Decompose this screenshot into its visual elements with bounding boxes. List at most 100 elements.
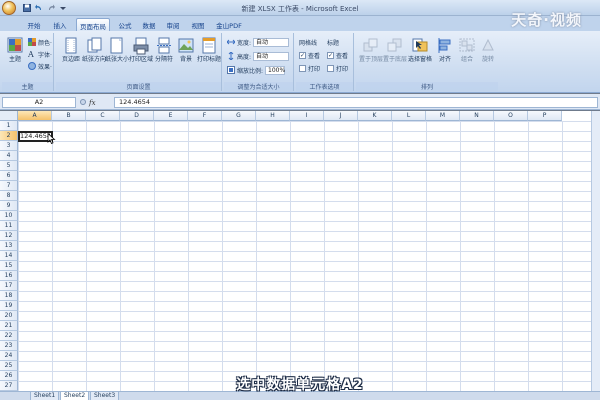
row-header[interactable]: 14: [0, 251, 18, 261]
effects-button[interactable]: 效果·: [28, 61, 52, 71]
group-icon: [459, 37, 475, 55]
align-button[interactable]: 对齐: [434, 35, 456, 75]
row-header[interactable]: 12: [0, 231, 18, 241]
headings-print-checkbox[interactable]: 打印: [327, 63, 348, 73]
column-header[interactable]: O: [494, 111, 528, 121]
row-header[interactable]: 23: [0, 341, 18, 351]
scale-group-label: 调整为合适大小: [224, 82, 293, 91]
row-header[interactable]: 4: [0, 151, 18, 161]
tab-insert[interactable]: 插入: [48, 18, 72, 31]
tab-data[interactable]: 数据: [138, 18, 160, 31]
selection-pane-button[interactable]: 选择窗格: [408, 35, 432, 75]
send-to-back-button[interactable]: 置于底层: [383, 35, 407, 75]
insert-function-button[interactable]: fx: [89, 99, 96, 107]
row-header[interactable]: 11: [0, 221, 18, 231]
height-select[interactable]: 自动: [253, 51, 290, 61]
size-button[interactable]: 纸张大小: [105, 35, 129, 75]
svg-text:A: A: [28, 50, 34, 58]
scale-label: 缩放比例:: [237, 67, 264, 75]
column-header[interactable]: L: [392, 111, 426, 121]
print-titles-button[interactable]: 打印标题: [197, 35, 221, 75]
row-header[interactable]: 24: [0, 351, 18, 361]
column-header[interactable]: N: [460, 111, 494, 121]
column-header[interactable]: I: [290, 111, 324, 121]
tab-formulas[interactable]: 公式: [114, 18, 136, 31]
column-header[interactable]: A: [18, 111, 52, 121]
themes-icon: [7, 37, 23, 55]
bring-to-front-button[interactable]: 置于顶层: [359, 35, 383, 75]
column-header[interactable]: H: [256, 111, 290, 121]
tab-view[interactable]: 视图: [187, 18, 209, 31]
expand-icon[interactable]: [80, 98, 86, 107]
gridlines-view-checkbox[interactable]: ✓ 查看: [299, 50, 320, 60]
row-header[interactable]: 22: [0, 331, 18, 341]
sheet-options-group: 网格线 标题 ✓ 查看 ✓ 查看 打印 打印 工作表选项: [296, 33, 354, 91]
row-header[interactable]: 19: [0, 301, 18, 311]
row-header[interactable]: 15: [0, 261, 18, 271]
rotate-button[interactable]: 旋转: [477, 35, 499, 75]
video-subtitle: 选中数据单元格A2: [236, 377, 364, 393]
column-header[interactable]: J: [324, 111, 358, 121]
worksheet-grid[interactable]: ABCDEFGHIJKLMNOP 1 2 3 4 5 6 7 8 9 10 11 12 13 14 15 16…: [0, 111, 600, 391]
empty-checkbox-icon: [299, 64, 306, 72]
gridlines-print-checkbox[interactable]: 打印: [299, 63, 320, 73]
column-header[interactable]: B: [52, 111, 86, 121]
column-header[interactable]: C: [86, 111, 120, 121]
background-button[interactable]: 背景: [175, 35, 197, 75]
name-box[interactable]: A2: [2, 97, 76, 108]
scale-to-fit-group: 宽度: 自动 高度: 自动 缩放比例: 100% 调整为合适大小: [224, 33, 294, 91]
group-button[interactable]: 组合: [456, 35, 478, 75]
column-header[interactable]: K: [358, 111, 392, 121]
column-header[interactable]: M: [426, 111, 460, 121]
column-header[interactable]: D: [120, 111, 154, 121]
row-header[interactable]: 17: [0, 281, 18, 291]
tab-review[interactable]: 审阅: [162, 18, 184, 31]
column-header[interactable]: E: [154, 111, 188, 121]
colors-button[interactable]: 颜色·: [28, 37, 52, 47]
row-header[interactable]: 5: [0, 161, 18, 171]
gridlines-view-label: 查看: [308, 52, 321, 60]
vertical-scrollbar[interactable]: [591, 111, 600, 391]
print-area-button[interactable]: 打印区域: [129, 35, 153, 75]
page-setup-group: 页边距 纸张方向 纸张大小 打印区域 分隔符 背景 打印标题 页面设置: [56, 33, 222, 91]
column-header[interactable]: F: [188, 111, 222, 121]
row-header[interactable]: 16: [0, 271, 18, 281]
row-header[interactable]: 7: [0, 181, 18, 191]
bring-to-front-icon: [363, 37, 379, 55]
row-header[interactable]: 20: [0, 311, 18, 321]
empty-checkbox-icon: [327, 64, 334, 72]
column-header[interactable]: P: [528, 111, 562, 121]
tab-home[interactable]: 开始: [22, 18, 46, 31]
themes-button[interactable]: 主题: [4, 35, 26, 75]
ribbon: 主题 颜色· A 字体· 效果· 主题 页边距 纸张方向 纸张大小 打印区域 分…: [0, 31, 600, 93]
row-header[interactable]: 21: [0, 321, 18, 331]
row-header[interactable]: 3: [0, 141, 18, 151]
effects-label: 效果·: [38, 63, 52, 71]
tab-kingsoft-pdf[interactable]: 金山PDF: [212, 18, 246, 31]
orientation-button[interactable]: 纸张方向: [82, 35, 106, 75]
formula-input[interactable]: 124.4654: [114, 97, 598, 108]
row-header[interactable]: 1: [0, 121, 18, 131]
width-select[interactable]: 自动: [253, 37, 290, 47]
row-header[interactable]: 25: [0, 361, 18, 371]
margins-button[interactable]: 页边距: [60, 35, 82, 75]
row-header[interactable]: 2: [0, 131, 18, 141]
headings-view-checkbox[interactable]: ✓ 查看: [327, 50, 348, 60]
row-header[interactable]: 8: [0, 191, 18, 201]
fonts-button[interactable]: A 字体·: [27, 49, 52, 59]
scale-icon: [227, 66, 235, 74]
breaks-button[interactable]: 分隔符: [153, 35, 175, 75]
mouse-cursor-icon: [47, 132, 56, 146]
row-header[interactable]: 10: [0, 211, 18, 221]
select-all-corner[interactable]: [0, 111, 18, 121]
tab-page-layout[interactable]: 页面布局: [76, 18, 110, 31]
row-header[interactable]: 9: [0, 201, 18, 211]
row-header[interactable]: 18: [0, 291, 18, 301]
column-header[interactable]: G: [222, 111, 256, 121]
row-header[interactable]: 13: [0, 241, 18, 251]
margins-icon: [63, 37, 79, 55]
cell-area[interactable]: [18, 121, 600, 391]
scale-input[interactable]: 100%: [265, 65, 285, 75]
arrange-group: 置于顶层 置于底层 选择窗格 对齐 组合 旋转 排列: [356, 33, 498, 91]
row-header[interactable]: 6: [0, 171, 18, 181]
